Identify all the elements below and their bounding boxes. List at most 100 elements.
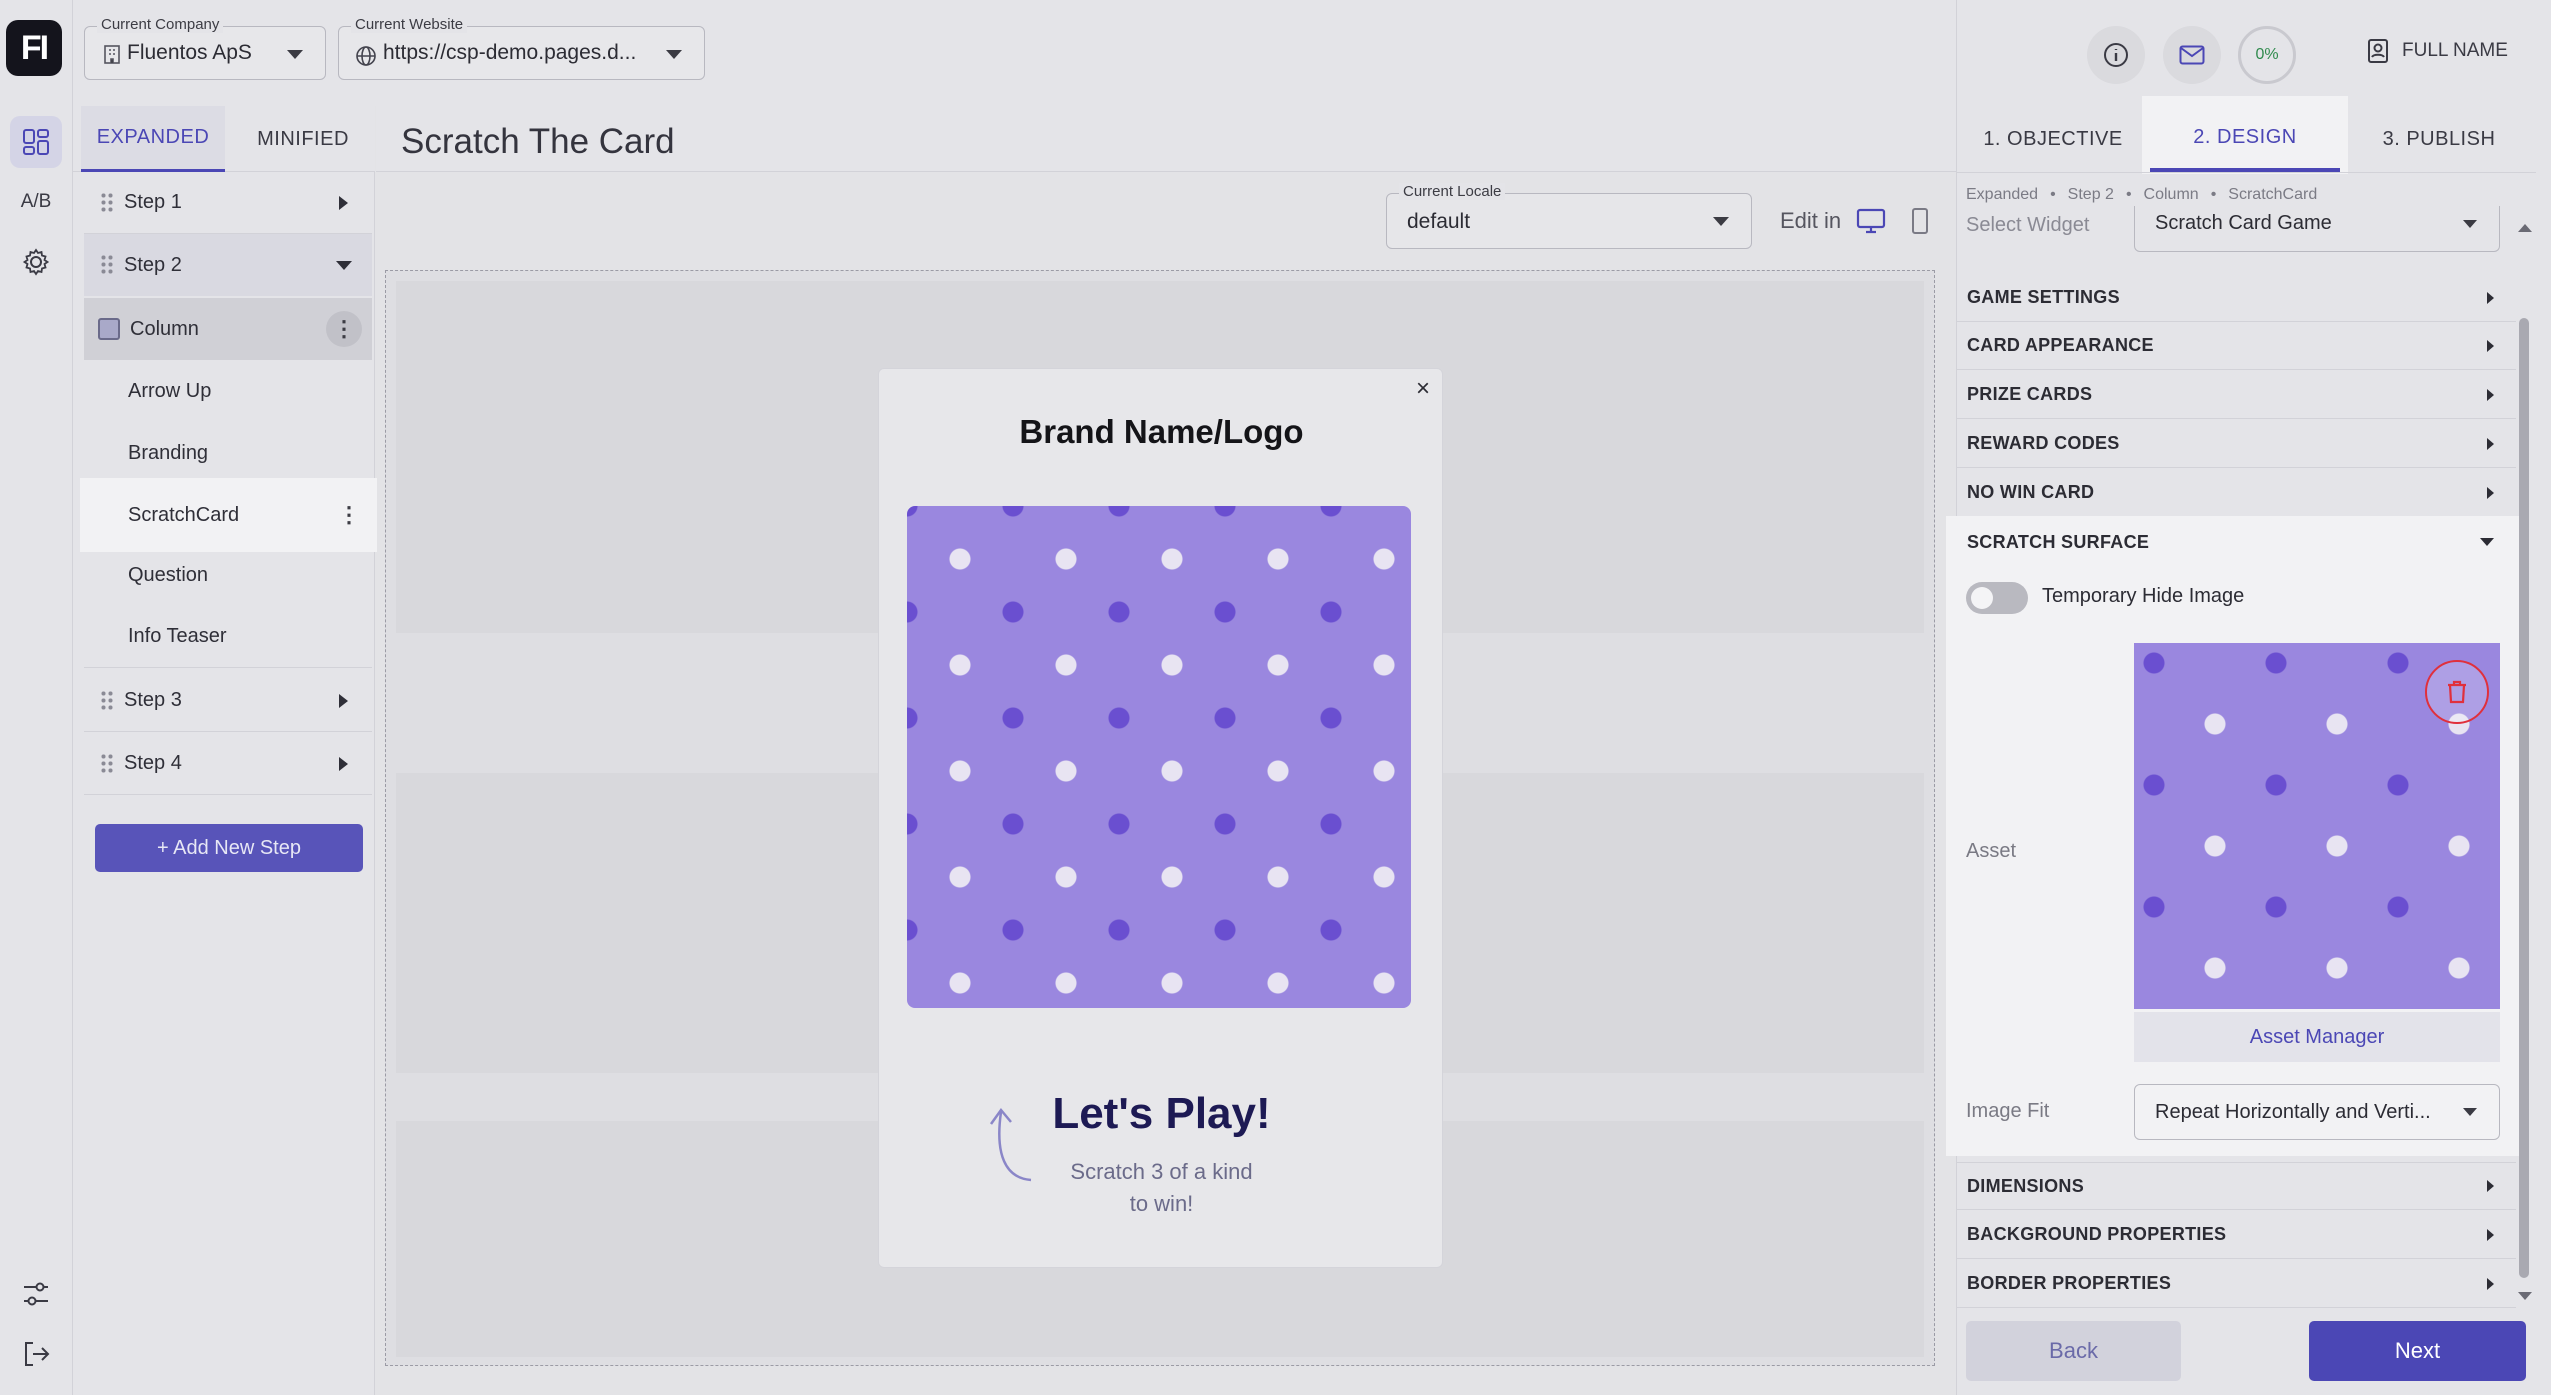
step-item-3[interactable]: Step 3 — [84, 670, 372, 732]
drag-handle-icon[interactable] — [100, 689, 114, 712]
app-logo[interactable]: FI — [6, 20, 62, 76]
user-icon[interactable] — [2367, 38, 2391, 69]
locale-select[interactable]: Current Locale default — [1386, 183, 1752, 249]
tree-item-arrow-up[interactable]: Arrow Up — [84, 360, 372, 422]
tree-item-info-teaser[interactable]: Info Teaser — [84, 606, 372, 668]
section-title: SCRATCH SURFACE — [1967, 531, 2150, 552]
select-widget[interactable]: Scratch Card Game — [2134, 206, 2500, 252]
tree-item-column[interactable]: Column ⋮ — [84, 298, 372, 360]
company-select[interactable]: Current Company Fluentos ApS — [84, 16, 326, 80]
tree-item-label: Question — [128, 563, 209, 586]
toggle-knob — [1971, 587, 1993, 609]
select-widget-value: Scratch Card Game — [2155, 212, 2332, 234]
column-icon — [98, 318, 120, 340]
website-value: https://csp-demo.pages.d... — [383, 41, 637, 64]
section-title: GAME SETTINGS — [1967, 287, 2120, 307]
section-border-properties[interactable]: BORDER PROPERTIES — [1956, 1260, 2516, 1308]
tab-objective[interactable]: 1. OBJECTIVE — [1960, 106, 2146, 172]
section-game-settings[interactable]: GAME SETTINGS — [1956, 274, 2516, 322]
sliders-icon[interactable] — [10, 1268, 62, 1320]
trash-icon[interactable] — [2425, 660, 2489, 724]
image-fit-value: Repeat Horizontally and Verti... — [2155, 1101, 2431, 1123]
building-icon — [104, 45, 120, 64]
chevron-down-icon — [666, 50, 682, 59]
tree-item-scratchcard[interactable]: ScratchCard ⋮ — [80, 478, 377, 552]
chevron-down-icon — [287, 50, 303, 59]
info-line-1[interactable]: Scratch 3 of a kind — [879, 1159, 1444, 1185]
tree-item-question[interactable]: Question — [84, 544, 372, 606]
tree-item-branding[interactable]: Branding — [84, 422, 372, 484]
website-label: Current Website — [351, 16, 468, 33]
section-dimensions[interactable]: DIMENSIONS — [1956, 1162, 2516, 1210]
chevron-right-icon — [2487, 1228, 2494, 1241]
breadcrumb-item[interactable]: ScratchCard — [2228, 186, 2317, 204]
drag-handle-icon[interactable] — [100, 752, 114, 775]
close-icon[interactable]: × — [1416, 375, 1430, 403]
globe-icon — [356, 46, 376, 66]
add-new-step-button[interactable]: + Add New Step — [95, 824, 363, 872]
info-line-2[interactable]: to win! — [879, 1191, 1444, 1217]
step-item-1[interactable]: Step 1 — [84, 172, 372, 234]
tree-item-label: Info Teaser — [128, 625, 227, 647]
breadcrumb-separator: • — [2210, 186, 2217, 203]
dashboard-icon[interactable] — [10, 116, 62, 168]
section-scratch-surface[interactable]: SCRATCH SURFACE — [1956, 518, 2516, 566]
chevron-right-icon — [2487, 1277, 2494, 1290]
back-button[interactable]: Back — [1966, 1321, 2181, 1381]
locale-label: Current Locale — [1399, 183, 1506, 200]
info-icon[interactable] — [2087, 26, 2145, 84]
drag-handle-icon[interactable] — [100, 191, 114, 214]
tab-publish[interactable]: 3. PUBLISH — [2346, 106, 2532, 172]
step-item-2[interactable]: Step 2 — [84, 234, 372, 296]
section-title: NO WIN CARD — [1967, 482, 2095, 502]
edit-in-label: Edit in — [1780, 208, 1842, 233]
scroll-down-icon[interactable] — [2518, 1292, 2532, 1300]
brand-logo-text[interactable]: Brand Name/Logo — [879, 413, 1444, 451]
logout-icon[interactable] — [10, 1328, 62, 1380]
section-title: REWARD CODES — [1967, 433, 2120, 453]
page-title: Scratch The Card — [401, 122, 675, 161]
breadcrumb-item[interactable]: Step 2 — [2068, 186, 2114, 204]
website-select[interactable]: Current Website https://csp-demo.pages.d… — [338, 16, 705, 80]
chevron-down-icon — [2463, 1108, 2477, 1116]
section-title: PRIZE CARDS — [1967, 384, 2093, 404]
headline[interactable]: Let's Play! — [879, 1089, 1444, 1139]
more-icon[interactable]: ⋮ — [326, 311, 362, 347]
popup-preview[interactable]: × Brand Name/Logo Let's Play! Scratch 3 … — [878, 368, 1443, 1268]
temporary-hide-toggle[interactable] — [1966, 582, 2028, 614]
progress-indicator: 0% — [2238, 26, 2296, 84]
desktop-icon[interactable] — [1856, 208, 1886, 239]
drag-handle-icon[interactable] — [100, 254, 114, 276]
section-prize-cards[interactable]: PRIZE CARDS — [1956, 371, 2516, 419]
tab-expanded[interactable]: EXPANDED — [81, 106, 225, 172]
scroll-up-icon[interactable] — [2518, 224, 2532, 232]
breadcrumb-item[interactable]: Expanded — [1966, 186, 2038, 204]
mail-icon[interactable] — [2163, 26, 2221, 84]
asset-manager-button[interactable]: Asset Manager — [2134, 1012, 2500, 1062]
step-item-4[interactable]: Step 4 — [84, 733, 372, 795]
tree-item-label: ScratchCard — [128, 503, 240, 526]
scratch-card-surface[interactable] — [907, 506, 1411, 1008]
settings-icon[interactable] — [10, 236, 62, 288]
more-icon[interactable]: ⋮ — [331, 497, 367, 533]
section-card-appearance[interactable]: CARD APPEARANCE — [1956, 322, 2516, 370]
image-fit-select[interactable]: Repeat Horizontally and Verti... — [2134, 1084, 2500, 1140]
breadcrumb: Expanded • Step 2 • Column • ScratchCard — [1966, 186, 2317, 204]
mobile-icon[interactable] — [1910, 207, 1930, 240]
user-name[interactable]: FULL NAME — [2402, 40, 2508, 62]
scrollbar-thumb[interactable] — [2519, 318, 2529, 1278]
section-background-properties[interactable]: BACKGROUND PROPERTIES — [1956, 1211, 2516, 1259]
step-label: Step 4 — [124, 752, 182, 774]
scrollbar[interactable] — [2516, 212, 2534, 1312]
toggle-label: Temporary Hide Image — [2042, 585, 2245, 607]
next-button[interactable]: Next — [2309, 1321, 2526, 1381]
company-label: Current Company — [97, 16, 224, 33]
ab-test-icon[interactable]: A/B — [10, 176, 62, 228]
tab-minified[interactable]: MINIFIED — [231, 106, 375, 172]
step-label: Step 3 — [124, 689, 182, 711]
breadcrumb-item[interactable]: Column — [2144, 186, 2199, 204]
section-no-win-card[interactable]: NO WIN CARD — [1956, 469, 2516, 517]
tab-design[interactable]: 2. DESIGN — [2150, 106, 2340, 172]
chevron-down-icon — [1713, 217, 1729, 226]
section-reward-codes[interactable]: REWARD CODES — [1956, 420, 2516, 468]
